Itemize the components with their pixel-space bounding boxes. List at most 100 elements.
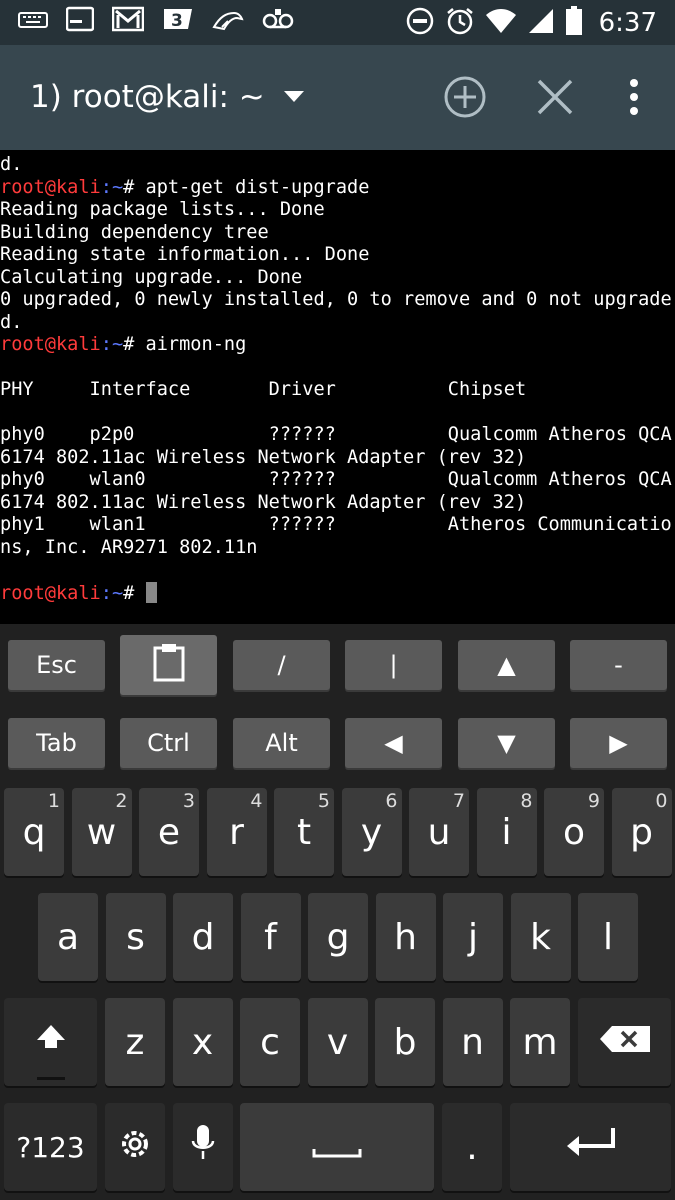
arrow-right-key[interactable]: ▶ xyxy=(570,718,667,768)
key-i[interactable]: i8 xyxy=(476,788,537,876)
arrow-up-key[interactable]: ▲ xyxy=(458,640,555,690)
space-bar-icon xyxy=(312,1127,362,1168)
slash-key[interactable]: / xyxy=(233,640,330,690)
output-line: 6174 802.11ac Wireless Network Adapter (… xyxy=(0,446,527,468)
key-number-hint: 2 xyxy=(115,790,128,812)
key-r[interactable]: r4 xyxy=(206,788,267,876)
key-p[interactable]: p0 xyxy=(611,788,672,876)
key-z[interactable]: z xyxy=(105,998,165,1086)
ctrl-key[interactable]: Ctrl xyxy=(120,718,217,768)
key-f[interactable]: f xyxy=(240,893,301,981)
key-number-hint: 7 xyxy=(452,790,465,812)
key-x[interactable]: x xyxy=(172,998,233,1086)
terminal-icon xyxy=(66,6,94,32)
key-number-hint: 5 xyxy=(317,790,330,812)
key-label: q xyxy=(22,811,46,853)
voicemail-icon xyxy=(262,7,294,31)
arrow-left-key[interactable]: ◀ xyxy=(345,718,442,768)
output-line: phy0 p2p0 ?????? Qualcomm Atheros QCA xyxy=(0,424,672,445)
key-y[interactable]: y6 xyxy=(341,788,402,876)
prompt-path: :~ xyxy=(100,334,124,355)
key-h[interactable]: h xyxy=(375,893,436,981)
key-w[interactable]: w2 xyxy=(71,788,132,876)
clipboard-icon xyxy=(152,642,186,688)
output-line: d. xyxy=(0,311,23,333)
three-icon: 3 xyxy=(162,7,194,31)
system-icons: 6:37 xyxy=(405,6,657,40)
key-m[interactable]: m xyxy=(510,998,570,1086)
key-v[interactable]: v xyxy=(307,998,368,1086)
prompt-user-host: root@kali xyxy=(0,582,101,604)
output-line: 6174 802.11ac Wireless Network Adapter (… xyxy=(0,491,527,513)
status-bar: 3 6:37 xyxy=(0,0,675,45)
period-key[interactable]: . xyxy=(442,1103,502,1191)
key-t[interactable]: t5 xyxy=(274,788,334,876)
enter-key[interactable] xyxy=(510,1103,671,1191)
keyboard-icon xyxy=(18,8,48,30)
add-session-icon[interactable] xyxy=(441,73,489,121)
signal-icon xyxy=(527,7,555,39)
app-toolbar: 1) root@kali: ~ xyxy=(0,45,675,150)
key-e[interactable]: e3 xyxy=(139,788,199,876)
terminal-output[interactable]: d. root@kali:~# apt-get dist-upgrade Readi… xyxy=(0,150,675,624)
prompt-command: # xyxy=(123,582,146,604)
key-g[interactable]: g xyxy=(308,893,368,981)
key-l[interactable]: l xyxy=(578,893,638,981)
key-d[interactable]: d xyxy=(173,893,233,981)
settings-icon xyxy=(120,1127,150,1168)
key-q[interactable]: q1 xyxy=(4,788,64,876)
key-label: o xyxy=(562,811,586,853)
key-c[interactable]: c xyxy=(240,998,300,1086)
battery-icon xyxy=(565,6,583,40)
tab-key[interactable]: Tab xyxy=(8,718,105,768)
terminal-cursor xyxy=(145,581,157,603)
key-o[interactable]: o9 xyxy=(544,788,604,876)
close-session-icon[interactable] xyxy=(531,73,579,121)
key-label: t xyxy=(296,811,312,853)
key-number-hint: 6 xyxy=(385,790,398,812)
key-k[interactable]: k xyxy=(510,893,571,981)
key-label: i xyxy=(501,811,512,853)
key-j[interactable]: j xyxy=(443,893,503,981)
key-number-hint: 3 xyxy=(182,790,195,812)
do-not-disturb-icon xyxy=(405,6,435,40)
clock: 6:37 xyxy=(598,8,657,38)
prompt-command: # apt-get dist-upgrade xyxy=(123,176,370,198)
dash-key[interactable]: - xyxy=(570,640,667,690)
symbols-key[interactable]: ?123 xyxy=(4,1103,97,1191)
prompt-path: :~ xyxy=(100,582,124,604)
clipboard-key[interactable] xyxy=(120,635,217,695)
prompt-line: root@kali:~# apt-get dist-upgrade xyxy=(0,177,675,200)
key-number-hint: 4 xyxy=(250,790,263,812)
notification-icons: 3 xyxy=(18,6,294,32)
esc-key[interactable]: Esc xyxy=(8,640,105,690)
overflow-menu-icon[interactable] xyxy=(610,73,658,121)
prompt-path: :~ xyxy=(100,176,124,198)
session-title[interactable]: 1) root@kali: ~ xyxy=(30,79,265,115)
key-s[interactable]: s xyxy=(105,893,166,981)
alt-key[interactable]: Alt xyxy=(233,718,330,768)
voice-input-key[interactable] xyxy=(173,1103,233,1191)
key-b[interactable]: b xyxy=(375,998,435,1086)
output-line: Reading state information... Done xyxy=(0,244,370,265)
pipe-key[interactable]: | xyxy=(345,640,442,690)
shift-key[interactable] xyxy=(4,998,97,1086)
output-line: Calculating upgrade... Done xyxy=(0,266,303,288)
key-number-hint: 9 xyxy=(587,790,600,812)
prompt-line: root@kali:~# xyxy=(0,581,675,605)
key-number-hint: 0 xyxy=(655,790,668,812)
key-n[interactable]: n xyxy=(442,998,503,1086)
prompt-line: root@kali:~# airmon-ng xyxy=(0,334,675,357)
output-line: 0 upgraded, 0 newly installed, 0 to remo… xyxy=(0,289,672,310)
output-line: PHY Interface Driver Chipset xyxy=(0,379,527,400)
key-a[interactable]: a xyxy=(38,893,98,981)
backspace-key[interactable] xyxy=(578,998,671,1086)
space-key[interactable] xyxy=(240,1103,434,1191)
svg-text:3: 3 xyxy=(171,11,183,31)
wifi-icon xyxy=(485,7,517,39)
key-u[interactable]: u7 xyxy=(409,788,469,876)
arrow-down-key[interactable]: ▼ xyxy=(458,718,555,768)
dropdown-icon[interactable] xyxy=(282,85,306,109)
settings-key[interactable] xyxy=(105,1103,165,1191)
